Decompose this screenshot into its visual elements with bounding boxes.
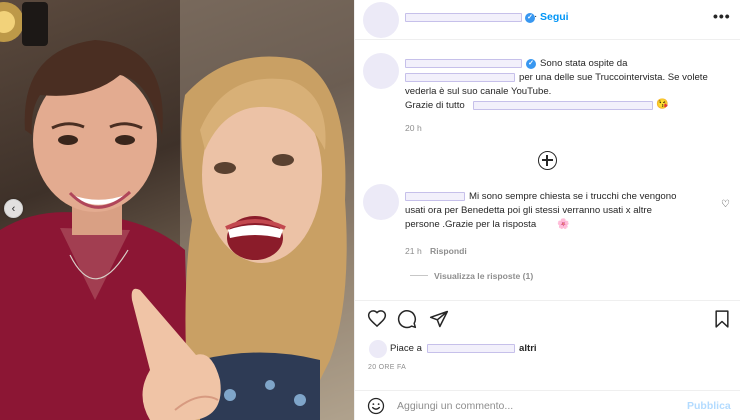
caption-username-redacted[interactable] (405, 59, 522, 68)
comment-like-heart-icon[interactable]: ♡ (721, 199, 730, 210)
comment-input[interactable] (397, 398, 677, 414)
follow-button[interactable]: Segui (540, 11, 569, 23)
caption-timestamp[interactable]: 20 h (405, 123, 422, 133)
view-replies-button[interactable]: Visualizza le risposte (1) (434, 271, 533, 281)
caption-line-2: per una delle sue Truccointervista. Se v… (519, 72, 708, 83)
likes-others-link[interactable]: altri (519, 343, 537, 354)
reply-button[interactable]: Rispondi (430, 246, 467, 256)
post-photo[interactable]: ‹ (0, 0, 354, 420)
comment-line-1: Mi sono sempre chiesta se i trucchi che … (469, 191, 677, 202)
caption-tags-redacted[interactable] (473, 101, 653, 110)
post-actions-bar (355, 300, 740, 340)
replies-divider (410, 275, 428, 276)
commenter-username-redacted[interactable] (405, 192, 465, 201)
author-avatar[interactable] (363, 2, 399, 38)
liker-username-redacted[interactable] (427, 344, 515, 353)
emoji-icon[interactable] (367, 397, 385, 415)
share-icon[interactable] (429, 309, 449, 329)
post-header: ✓ · Segui ••• (355, 0, 740, 40)
instagram-post: ‹ ✓ · Segui ••• ✓ Sono stata ospite da p… (0, 0, 740, 420)
comment-line-3: persone .Grazie per la risposta (405, 219, 537, 230)
likes-prefix: Piace a (390, 343, 422, 354)
plus-circle-icon[interactable] (538, 151, 557, 170)
caption-line-1: Sono stata ospite da (540, 58, 628, 69)
publish-button[interactable]: Pubblica (687, 400, 731, 412)
comment-line-2: usati ora per Benedetta poi gli stessi v… (405, 205, 652, 216)
post-sidebar: ✓ · Segui ••• ✓ Sono stata ospite da per… (354, 0, 740, 420)
chevron-left-icon: ‹ (11, 202, 16, 215)
separator-dot: · (534, 11, 538, 22)
comment-icon[interactable] (397, 309, 417, 329)
mentioned-account-redacted[interactable] (405, 73, 515, 82)
kiss-emoji: 😘 (656, 99, 669, 110)
caption-line-4: Grazie di tutto (405, 100, 465, 111)
flower-emoji: 🌸 (557, 219, 570, 230)
heart-icon[interactable] (367, 309, 387, 329)
bookmark-icon[interactable] (712, 309, 732, 329)
comment-avatar[interactable] (363, 184, 399, 220)
more-options-icon[interactable]: ••• (713, 8, 731, 24)
verified-badge-icon: ✓ (526, 59, 536, 69)
add-comment-bar: Pubblica (355, 390, 740, 420)
comment-timestamp[interactable]: 21 h (405, 246, 422, 256)
post-date[interactable]: 20 ORE FA (368, 364, 406, 371)
liker-avatar[interactable] (369, 340, 387, 358)
carousel-prev-button[interactable]: ‹ (4, 199, 23, 218)
caption-avatar[interactable] (363, 53, 399, 89)
author-username-redacted[interactable] (405, 13, 522, 22)
caption-line-3: vederla è sul suo canale YouTube. (405, 86, 552, 97)
photo-illustration (0, 0, 354, 420)
